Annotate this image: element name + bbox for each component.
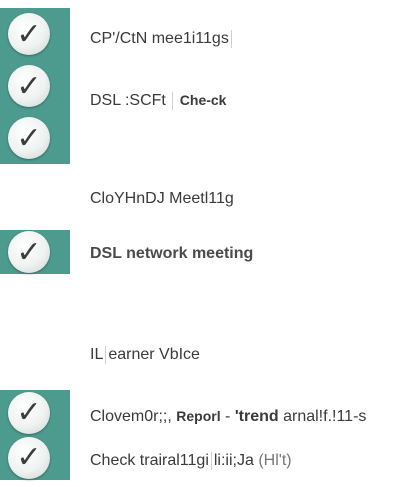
task-subtitle: Che-ck xyxy=(179,92,227,109)
task-note: (Hl't) xyxy=(258,452,292,470)
task-item-5[interactable]: DSL network meeting xyxy=(90,245,253,263)
check-circle-icon[interactable]: ✓ xyxy=(8,231,50,273)
task-item-8[interactable]: Check trairal11gi li:ii;Ja (Hl't) xyxy=(90,452,292,470)
task-item-6[interactable]: IL earner VbIce xyxy=(90,346,200,364)
cursor-divider xyxy=(172,92,174,110)
task-title: CP'/CtN mee1i11gs xyxy=(90,30,229,48)
task-title-suffix: li:ii;Ja xyxy=(213,452,254,470)
task-check-badge-group: ✓ ✓ ✓ xyxy=(0,8,70,164)
cursor-divider xyxy=(230,30,232,48)
check-circle-icon[interactable]: ✓ xyxy=(8,13,50,55)
task-title: DSL network meeting xyxy=(90,245,254,262)
task-item-7[interactable]: Clovem0r;;, Reporl - 'trend arnal!f.!11-… xyxy=(90,408,366,426)
cursor-divider xyxy=(105,346,107,364)
check-circle-icon[interactable]: ✓ xyxy=(8,117,50,159)
tag-separator: - xyxy=(225,408,231,425)
task-title: DSL :SCFt xyxy=(90,92,166,110)
task-title: Clovem0r;;, xyxy=(90,408,172,425)
cursor-divider xyxy=(210,452,212,470)
task-item-2[interactable]: DSL :SCFt Che-ck xyxy=(90,92,226,110)
task-item-4[interactable]: CloYHnDJ Meetl11g xyxy=(90,190,234,208)
task-check-badge-group: ✓ ✓ xyxy=(0,390,70,480)
task-tag: Reporl xyxy=(176,408,221,424)
task-title: CloYHnDJ Meetl11g xyxy=(90,190,234,207)
task-title-prefix: IL xyxy=(90,346,104,364)
check-circle-icon[interactable]: ✓ xyxy=(8,65,50,107)
task-check-badge: ✓ xyxy=(0,230,70,274)
task-title: earner VbIce xyxy=(108,346,200,364)
task-title: Check trairal11gi xyxy=(90,452,209,470)
check-circle-icon[interactable]: ✓ xyxy=(8,391,50,434)
task-tail: arnal!f.!11-s xyxy=(283,408,367,425)
task-tag-2: 'trend xyxy=(234,408,279,425)
task-item-1[interactable]: CP'/CtN mee1i11gs xyxy=(90,30,234,48)
check-circle-icon[interactable]: ✓ xyxy=(8,436,50,479)
